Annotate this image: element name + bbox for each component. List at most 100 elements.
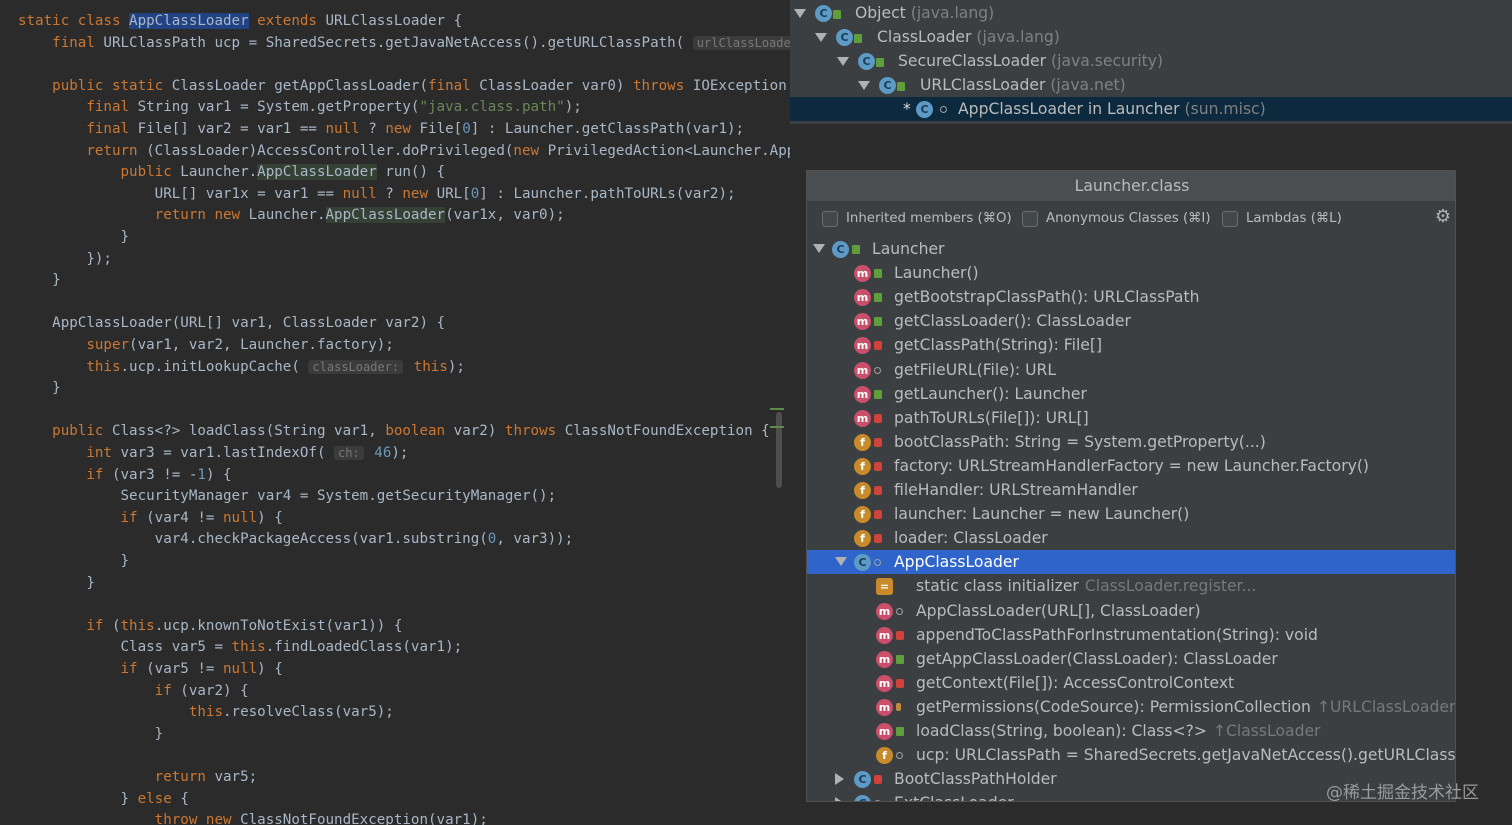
structure-item[interactable]: C Launcher xyxy=(807,237,1455,261)
structure-item[interactable]: m getBootstrapClassPath(): URLClassPath xyxy=(807,285,1455,309)
code-editor[interactable]: static class AppClassLoader extends URLC… xyxy=(0,0,790,825)
anonymous-classes-checkbox[interactable] xyxy=(1022,211,1038,227)
private-icon xyxy=(874,341,882,351)
code-line[interactable]: SecurityManager var4 = System.getSecurit… xyxy=(18,486,556,507)
hierarchy-row-secureclassloader[interactable]: C SecureClassLoader (java.security) xyxy=(790,49,1512,73)
field-icon: f xyxy=(854,530,871,548)
code-line[interactable]: } xyxy=(18,551,129,572)
method-icon: m xyxy=(854,361,871,379)
structure-item[interactable]: f bootClassPath: String = System.getPrope… xyxy=(807,430,1455,454)
code-line[interactable]: } xyxy=(18,724,164,745)
gear-icon[interactable]: ⚙ xyxy=(1433,207,1453,227)
structure-item[interactable]: m getClassLoader(): ClassLoader xyxy=(807,309,1455,333)
expand-arrow-icon[interactable] xyxy=(835,773,844,786)
collapse-arrow-icon[interactable] xyxy=(835,557,847,567)
structure-item[interactable]: m pathToURLs(File[]): URL[] xyxy=(807,406,1455,430)
code-line[interactable]: if (var5 != null) { xyxy=(18,659,282,680)
structure-item[interactable]: m Launcher() xyxy=(807,261,1455,285)
lambdas-checkbox[interactable] xyxy=(1222,211,1238,227)
code-line[interactable]: AppClassLoader(URL[] var1, ClassLoader v… xyxy=(18,313,445,334)
code-line[interactable]: static class AppClassLoader extends URLC… xyxy=(18,11,462,32)
code-token: } xyxy=(18,725,164,742)
structure-item-label: getClassPath(String): File[] xyxy=(894,336,1103,355)
code-line[interactable]: super(var1, var2, Launcher.factory); xyxy=(18,335,394,356)
code-line[interactable]: final String var1 = System.getProperty("… xyxy=(18,97,581,118)
structure-item[interactable]: m AppClassLoader(URL[], ClassLoader) xyxy=(807,599,1455,623)
editor-scrollbar[interactable] xyxy=(776,412,782,488)
structure-item[interactable]: m getLauncher(): Launcher xyxy=(807,382,1455,406)
inherited-members-checkbox[interactable] xyxy=(822,211,838,227)
hierarchy-label: AppClassLoader in Launcher (sun.misc) xyxy=(958,97,1266,121)
structure-item[interactable]: m getPermissions(CodeSource): PermissionC… xyxy=(807,695,1455,719)
code-line[interactable]: int var3 = var1.lastIndexOf( ch: 46); xyxy=(18,443,408,464)
inherited-members-option[interactable]: Inherited members (⌘O) xyxy=(822,209,1012,229)
code-token: URL[ xyxy=(436,185,471,202)
expand-arrow-icon[interactable] xyxy=(835,797,844,801)
lambdas-option[interactable]: Lambdas (⌘L) xyxy=(1222,209,1352,229)
structure-item[interactable]: m getAppClassLoader(ClassLoader): ClassLo… xyxy=(807,647,1455,671)
hierarchy-row-object[interactable]: C Object (java.lang) xyxy=(790,1,1512,25)
code-line[interactable]: return new Launcher.AppClassLoader(var1x… xyxy=(18,205,565,226)
expand-arrow-icon[interactable] xyxy=(837,57,849,66)
structure-item-label: Launcher xyxy=(872,240,945,258)
structure-item[interactable]: f loader: ClassLoader xyxy=(807,526,1455,550)
code-token: if xyxy=(18,466,112,483)
structure-item[interactable]: f launcher: Launcher = new Launcher() xyxy=(807,502,1455,526)
structure-item[interactable]: m getClassPath(String): File[] xyxy=(807,333,1455,357)
code-line[interactable]: return (ClassLoader)AccessController.doP… xyxy=(18,141,790,162)
code-line[interactable]: } xyxy=(18,270,61,291)
code-line[interactable]: public Class<?> loadClass(String var1, b… xyxy=(18,421,770,442)
code-line[interactable]: } xyxy=(18,227,129,248)
code-line[interactable]: if (var3 != -1) { xyxy=(18,465,231,486)
expand-arrow-icon[interactable] xyxy=(815,33,827,42)
structure-item[interactable]: m getContext(File[]): AccessControlContex… xyxy=(807,671,1455,695)
package-name: (java.net) xyxy=(1050,76,1126,94)
code-line[interactable]: final URLClassPath ucp = SharedSecrets.g… xyxy=(18,33,790,54)
hierarchy-row-classloader[interactable]: C ClassLoader (java.lang) xyxy=(790,25,1512,49)
code-line[interactable]: var4.checkPackageAccess(var1.substring(0… xyxy=(18,529,574,550)
hierarchy-row-appclassloader[interactable]: * C AppClassLoader in Launcher (sun.misc… xyxy=(790,97,1512,121)
structure-item[interactable]: f factory: URLStreamHandlerFactory = new … xyxy=(807,454,1455,478)
structure-item[interactable]: f fileHandler: URLStreamHandler xyxy=(807,478,1455,502)
code-line[interactable]: } xyxy=(18,378,61,399)
code-line[interactable]: final File[] var2 = var1 == null ? new F… xyxy=(18,119,744,140)
change-marker xyxy=(770,408,784,410)
code-line[interactable]: return var5; xyxy=(18,767,258,788)
code-token: PrivilegedAction<Launcher.App( xyxy=(547,142,790,159)
code-token: .ucp.knownToNotExist(var1)) { xyxy=(154,617,403,634)
code-token: ( xyxy=(111,617,121,634)
code-line[interactable]: public static ClassLoader getAppClassLoa… xyxy=(18,76,790,97)
collapse-arrow-icon[interactable] xyxy=(813,244,825,253)
structure-item[interactable]: m loadClass(String, boolean): Class<?> ↑Cl… xyxy=(807,719,1455,743)
structure-item[interactable]: f ucp: URLClassPath = SharedSecrets.getJa… xyxy=(807,743,1455,767)
code-line[interactable]: public Launcher.AppClassLoader run() { xyxy=(18,162,445,183)
private-icon xyxy=(874,461,882,471)
code-line[interactable]: throw new ClassNotFoundException(var1); xyxy=(18,810,488,825)
code-line[interactable]: URL[] var1x = var1 == null ? new URL[0] … xyxy=(18,184,736,205)
structure-item[interactable]: C AppClassLoader xyxy=(807,550,1455,575)
code-line[interactable]: } xyxy=(18,573,95,594)
code-line[interactable]: Class var5 = this.findLoadedClass(var1); xyxy=(18,637,462,658)
hierarchy-row-urlclassloader[interactable]: C URLClassLoader (java.net) xyxy=(790,73,1512,97)
class-name: ClassLoader xyxy=(877,28,972,46)
code-line[interactable]: if (var2) { xyxy=(18,681,249,702)
structure-item[interactable]: = static class initializer ClassLoader.reg… xyxy=(807,574,1455,598)
code-line[interactable]: this.resolveClass(var5); xyxy=(18,702,394,723)
structure-item-label: appendToClassPathForInstrumentation(Stri… xyxy=(916,625,1318,644)
code-line[interactable]: if (this.ucp.knownToNotExist(var1)) { xyxy=(18,616,402,637)
hierarchy-label: Object (java.lang) xyxy=(855,1,994,25)
code-line[interactable]: }); xyxy=(18,249,112,270)
private-icon xyxy=(874,510,882,520)
anonymous-classes-option[interactable]: Anonymous Classes (⌘I) xyxy=(1022,209,1212,229)
code-token: this xyxy=(405,358,448,375)
code-token: } xyxy=(18,790,138,807)
code-line[interactable]: this.ucp.initLookupCache( classLoader: t… xyxy=(18,357,465,378)
code-token: AppClassLoader xyxy=(325,207,446,224)
code-line[interactable]: if (var4 != null) { xyxy=(18,508,282,529)
watermark: @稀土掘金技术社区 xyxy=(1326,783,1479,803)
code-line[interactable]: } else { xyxy=(18,789,188,810)
expand-arrow-icon[interactable] xyxy=(858,81,870,90)
structure-item[interactable]: m getFileURL(File): URL xyxy=(807,358,1455,382)
structure-item[interactable]: m appendToClassPathForInstrumentation(Str… xyxy=(807,623,1455,647)
expand-arrow-icon[interactable] xyxy=(794,9,806,18)
